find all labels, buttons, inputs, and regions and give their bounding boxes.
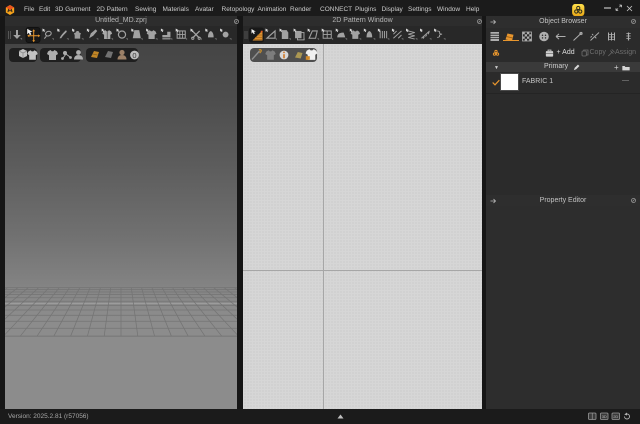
svg-text:0: 0 xyxy=(132,51,136,60)
svg-text:2D: 2D xyxy=(613,414,618,419)
svg-text:3D: 3D xyxy=(602,414,607,419)
